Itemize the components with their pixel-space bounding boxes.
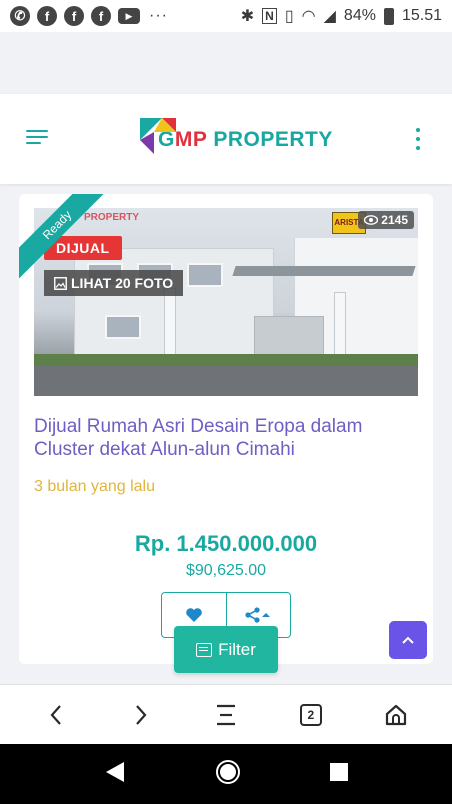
forward-button[interactable] [121,695,161,735]
chevron-up-icon [402,636,414,644]
hamburger-icon [216,704,235,725]
square-recents-icon [329,762,348,781]
tabs-icon: 2 [299,703,322,726]
view-count-badge: 2145 [358,211,414,229]
chevron-left-icon [50,704,62,725]
view-count: 2145 [381,213,408,227]
system-nav-bar [0,744,452,804]
logo-mark-icon [140,118,176,154]
clock: 15.51 [401,7,442,24]
wifi-icon: ◠ [301,8,316,25]
home-button[interactable] [376,695,416,735]
listing-price: Rp. 1.450.000.000 [134,531,318,556]
menu-icon[interactable] [26,130,48,148]
browser-toolbar: 2 [0,684,452,744]
whatsapp-icon: ✆ [10,6,30,26]
nfc-icon: N [262,8,277,24]
nav-recents-button[interactable] [329,762,348,786]
heart-icon [185,608,202,622]
listing-date: 3 bulan yang lalu [34,478,155,495]
facebook-icon: f [91,6,111,26]
view-photos-button[interactable]: LIHAT 20 FOTO [44,270,184,296]
status-bar: ✆ f f f ▶ ··· ✱ N ▯ ◠ ◢ 84% 15.51 [0,0,452,32]
circle-home-icon [215,759,240,784]
signal-icon: ◢ [323,8,336,25]
browser-menu-button[interactable] [206,695,246,735]
more-options-icon[interactable] [416,128,420,150]
filter-label: Filter [218,639,256,659]
back-button[interactable] [36,695,76,735]
listing-card[interactable]: Ready PROPERTY ARISTA 2145 DIJUAL LIHAT … [19,194,433,664]
listing-price-usd: $90,625.00 [185,562,267,579]
filter-button[interactable]: Filter [174,626,278,673]
nav-back-button[interactable] [104,760,126,789]
logo[interactable]: GMP PROPERTY [140,118,333,154]
battery-level: 84% [343,7,376,24]
filter-icon [196,642,213,657]
facebook-icon: f [37,6,57,26]
share-icon [245,607,271,623]
tab-count: 2 [307,707,315,722]
site-header: GMP PROPERTY [0,94,452,184]
logo-text: GMP PROPERTY [158,128,333,151]
nav-home-button[interactable] [215,759,241,790]
image-icon [54,276,67,290]
listing-photo[interactable]: PROPERTY ARISTA 2145 DIJUAL LIHAT 20 FOT… [34,208,418,396]
eye-icon [364,215,379,225]
more-notifications-icon: ··· [149,7,168,24]
battery-icon [383,7,394,25]
view-photos-label: LIHAT 20 FOTO [71,275,174,291]
youtube-icon: ▶ [118,8,140,24]
home-icon [385,704,406,725]
top-spacer [0,32,452,94]
triangle-back-icon [106,761,125,782]
tabs-button[interactable]: 2 [291,695,331,735]
scroll-to-top-button[interactable] [389,621,427,659]
listing-title[interactable]: Dijual Rumah Asri Desain Eropa dalam Clu… [34,415,418,461]
facebook-icon: f [64,6,84,26]
bluetooth-icon: ✱ [240,8,255,25]
chevron-right-icon [136,704,147,725]
photo-watermark: PROPERTY [84,212,140,223]
vibrate-icon: ▯ [284,8,294,25]
